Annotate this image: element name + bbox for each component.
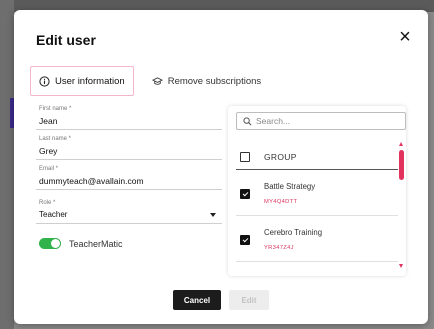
- tab-label: User information: [55, 75, 125, 87]
- modal-title: Edit user: [36, 32, 96, 48]
- close-icon[interactable]: ×: [396, 27, 414, 47]
- field-label: Email *: [39, 166, 59, 172]
- group-list-header: GROUP: [236, 144, 398, 170]
- graduation-cap-icon: [151, 76, 163, 85]
- tab-bar: User information Remove subscriptions: [30, 66, 269, 96]
- field-label: Last name *: [39, 136, 72, 142]
- edit-button[interactable]: Edit: [229, 290, 269, 310]
- field-label: Role *: [39, 200, 56, 206]
- search-input[interactable]: Search...: [236, 112, 406, 130]
- group-column-header: GROUP: [264, 151, 297, 162]
- info-icon: [39, 75, 50, 87]
- group-checkbox[interactable]: [240, 188, 250, 199]
- teachermatic-row: TeacherMatic: [39, 238, 232, 249]
- last-name-field[interactable]: Last name * Grey: [36, 136, 222, 160]
- list-item: Cerebro Training YR347Z4J: [236, 218, 398, 262]
- search-icon: [243, 116, 252, 125]
- field-label: First name *: [39, 106, 72, 112]
- scroll-down-icon[interactable]: [399, 264, 403, 268]
- checkmark-icon: [242, 190, 248, 196]
- scroll-thumb[interactable]: [399, 150, 404, 180]
- list-item: Battle Strategy MY4Q4DTT: [236, 172, 398, 216]
- background-sidebar: [0, 0, 14, 329]
- checkmark-icon: [242, 236, 248, 242]
- cancel-button[interactable]: Cancel: [173, 290, 221, 310]
- email-field[interactable]: Email * dummyteach@avallain.com: [36, 166, 222, 190]
- chevron-down-icon: [210, 213, 216, 217]
- tab-label: Remove subscriptions: [167, 75, 262, 87]
- field-value: dummyteach@avallain.com: [39, 176, 144, 186]
- group-name: Battle Strategy: [264, 182, 316, 191]
- group-list-scrollbar[interactable]: [399, 142, 404, 268]
- toggle-knob: [51, 239, 60, 248]
- group-name: Cerebro Training: [264, 228, 323, 237]
- user-info-form: First name * Jean Last name * Grey Email…: [36, 106, 232, 249]
- field-value: Teacher: [39, 210, 68, 219]
- field-value: Grey: [39, 146, 58, 156]
- group-code: YR347Z4J: [264, 245, 294, 251]
- tab-user-information[interactable]: User information: [30, 66, 134, 96]
- edit-user-modal: Edit user × User information Remove subs…: [14, 10, 428, 324]
- search-placeholder: Search...: [256, 116, 291, 126]
- group-code: MY4Q4DTT: [264, 199, 298, 205]
- role-select[interactable]: Role * Teacher: [36, 200, 222, 224]
- group-checkbox[interactable]: [240, 234, 250, 245]
- groups-panel: Search... GROUP Battle Strategy MY4Q4DTT…: [228, 106, 406, 276]
- scroll-up-icon[interactable]: [399, 142, 403, 146]
- select-all-checkbox[interactable]: [240, 151, 250, 162]
- field-value: Jean: [39, 116, 58, 126]
- first-name-field[interactable]: First name * Jean: [36, 106, 222, 130]
- teachermatic-toggle[interactable]: [39, 238, 61, 249]
- modal-footer: Cancel Edit: [14, 290, 428, 314]
- tab-remove-subscriptions[interactable]: Remove subscriptions: [144, 66, 269, 96]
- toggle-label: TeacherMatic: [69, 238, 123, 249]
